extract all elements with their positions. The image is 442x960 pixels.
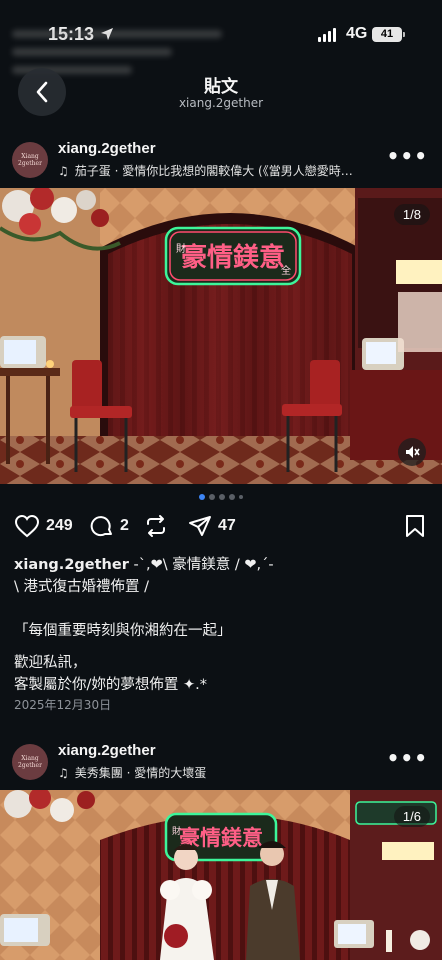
post-header: Xiang 2gether xiang.2gether ♫ 美秀集團 · 愛情的… [0,738,442,788]
share-button[interactable]: 47 [188,514,236,538]
more-options-button[interactable]: ••• [387,746,428,770]
music-attribution[interactable]: ♫ 茄子蛋 · 愛情你比我想的閣較偉大 (《當男人戀愛時… [58,162,388,179]
post-username[interactable]: xiang.2gether [58,742,156,759]
post-date: 2025年12月30日 [14,698,112,712]
post-header: Xiang 2gether xiang.2gether ♫ 茄子蛋 · 愛情你比… [0,136,442,186]
like-count: 249 [46,517,73,534]
music-attribution[interactable]: ♫ 美秀集團 · 愛情的大壞蛋 [58,764,388,781]
music-track: 茄子蛋 · 愛情你比我想的閣較偉大 (《當男人戀愛時… [74,164,353,178]
post-media[interactable]: 豪情鎂意 財 全 1/6 [0,790,442,960]
speaker-muted-icon [406,446,420,458]
avatar[interactable]: Xiang 2gether [12,142,48,178]
bookmark-icon [406,515,424,537]
page-subtitle: xiang.2gether [178,96,264,110]
caption-line-3: 「每個重要時刻與你湘約在一起」 [14,623,232,639]
battery-icon: 41 [372,27,402,42]
caption-username[interactable]: xiang.2gether [14,557,129,573]
carousel-indicator [0,494,442,500]
like-button[interactable]: 249 [14,514,73,538]
caption-line-4: 歡迎私訊， [14,655,87,671]
neon-sign-text: 豪情鎂意 [181,242,285,273]
caption-line-1: -`,❤\ 豪情鎂意 / ❤,´- [128,557,274,573]
music-note-icon: ♫ [58,765,69,780]
comment-icon [90,516,112,537]
wedding-couple-photo: 豪情鎂意 財 全 [0,790,442,960]
caption-line-2: \ 港式復古婚禮佈置 / [14,579,149,595]
comment-button[interactable]: 2 [90,514,129,538]
repost-icon [147,515,165,537]
neon-side-left: 財 [172,825,181,837]
post-caption: xiang.2gether -`,❤\ 豪情鎂意 / ❤,´- \ 港式復古婚禮… [14,554,428,696]
neon-side-right: 全 [281,264,291,277]
avatar[interactable]: Xiang 2gether [12,744,48,780]
page-title: 貼文 [204,77,238,97]
mute-button[interactable] [398,438,426,466]
repost-button[interactable] [144,514,168,538]
wedding-stage-photo: 豪情鎂意 財 全 [0,188,442,484]
more-options-button[interactable]: ••• [387,144,428,168]
heart-icon [14,514,40,538]
neon-side-left: 財 [176,242,186,255]
share-count: 47 [218,517,236,534]
music-note-icon: ♫ [58,163,69,178]
post-media[interactable]: 豪情鎂意 財 全 1/8 [0,188,442,484]
network-type: 4G [346,25,368,42]
caption-line-5: 客製屬於你/妳的夢想佈置 ✦.* [14,677,208,693]
cellular-signal-icon [318,27,336,42]
comment-count: 2 [120,517,129,534]
post-actions: 249 2 47 [0,512,442,544]
media-counter: 1/6 [393,806,430,827]
media-counter: 1/8 [393,204,430,225]
save-button[interactable] [404,514,426,538]
battery-tip [403,32,405,37]
send-icon [189,516,211,536]
post-username[interactable]: xiang.2gether [58,140,156,157]
music-track: 美秀集團 · 愛情的大壞蛋 [74,766,207,780]
